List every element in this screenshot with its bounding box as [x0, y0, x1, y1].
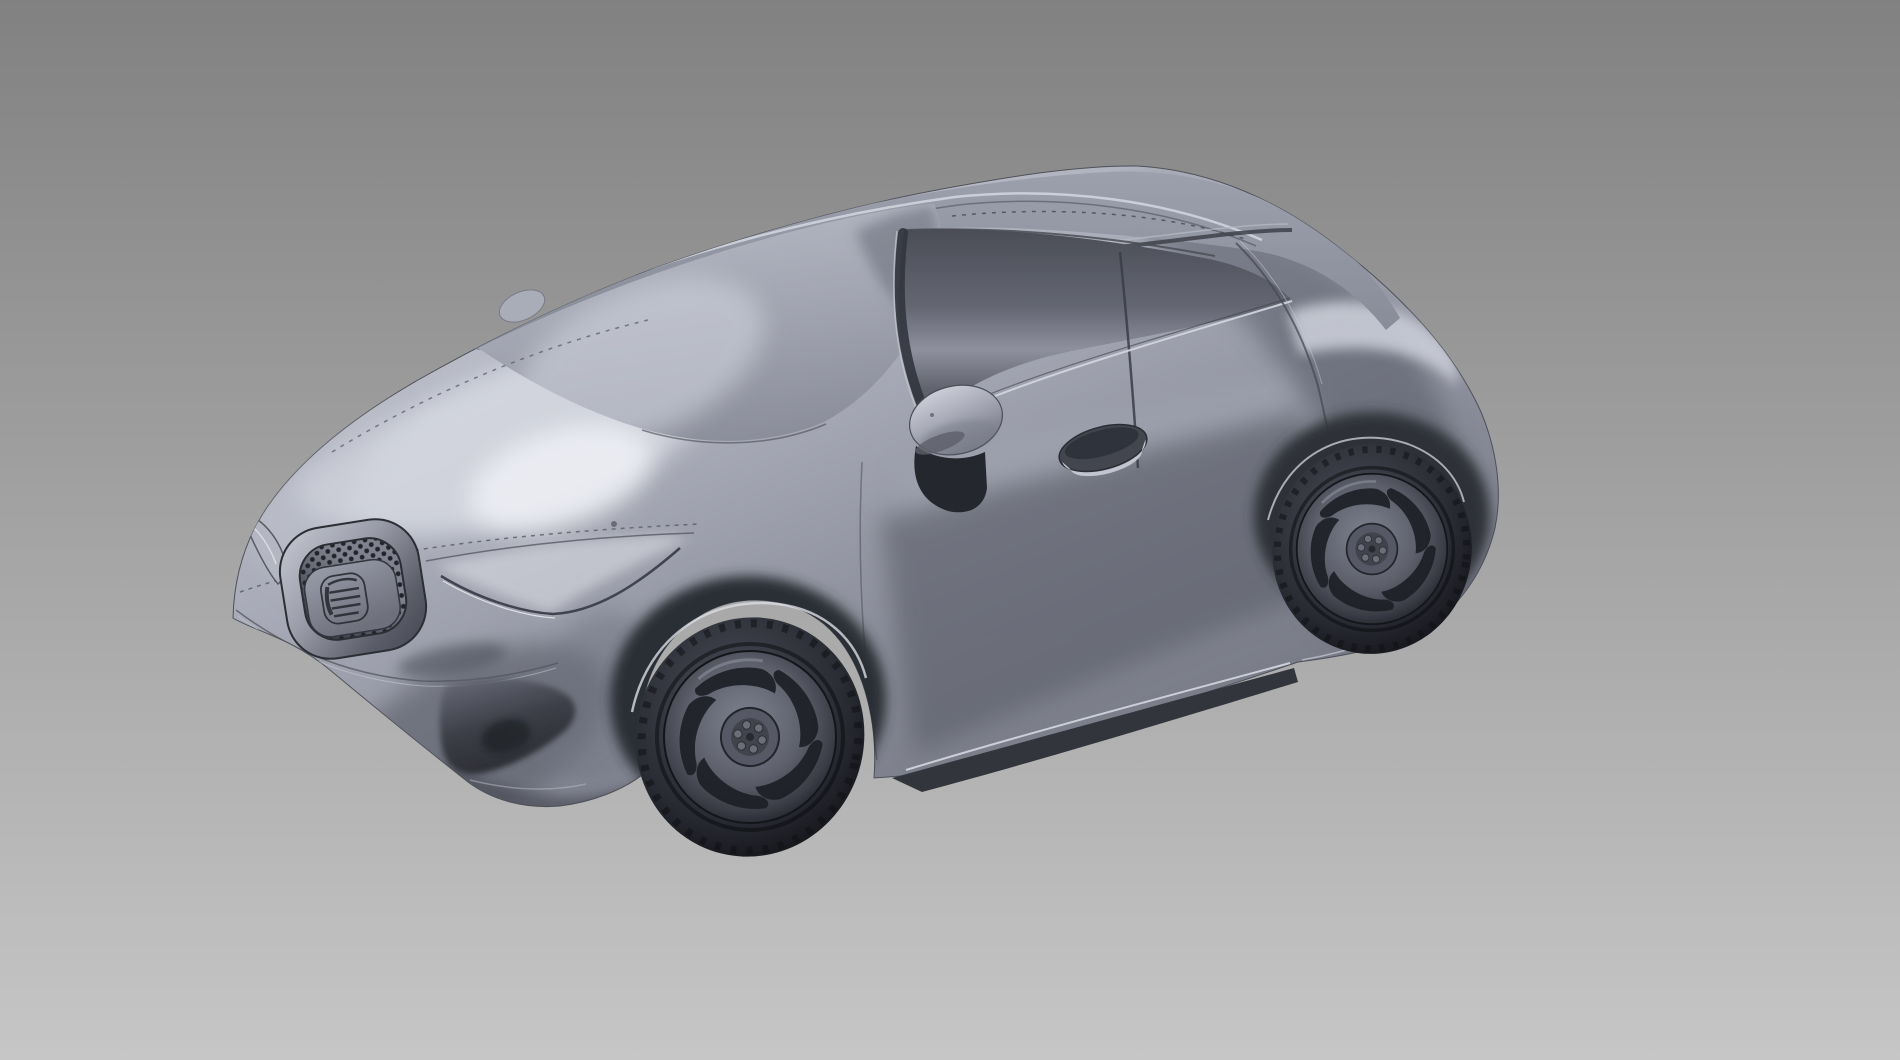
sensor-dot — [611, 521, 617, 527]
front-grille — [274, 513, 433, 665]
car-render — [0, 0, 1900, 1060]
cad-viewport[interactable] — [0, 0, 1900, 1060]
